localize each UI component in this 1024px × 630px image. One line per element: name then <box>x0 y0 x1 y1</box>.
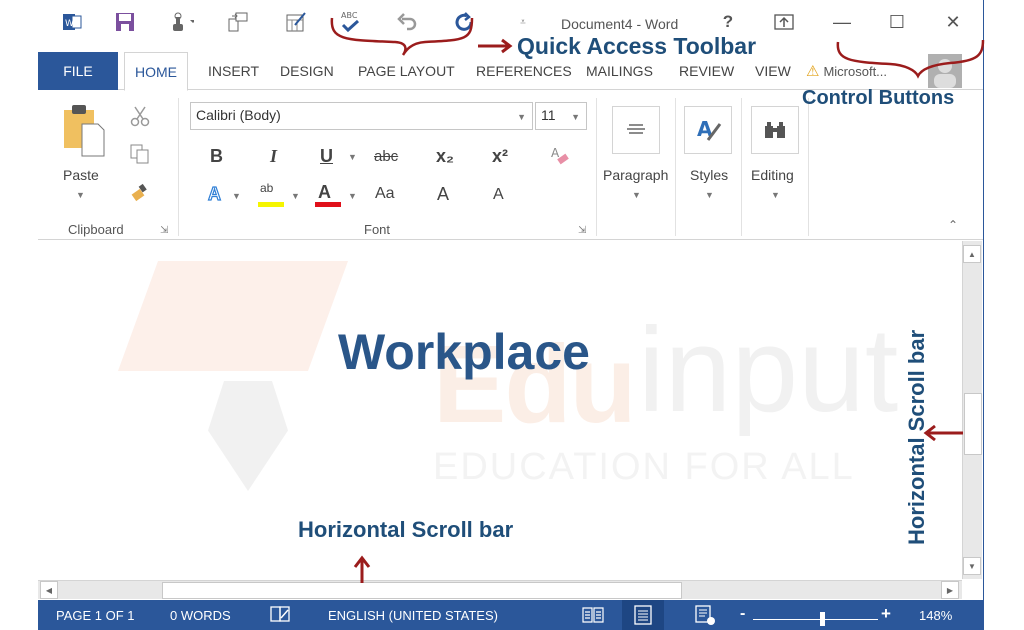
control-buttons-brace <box>836 39 985 79</box>
vertical-scroll-arrow <box>923 424 963 442</box>
quick-access-brace <box>330 17 474 56</box>
horizontal-scroll-arrow <box>353 555 371 583</box>
quick-access-annotation: Quick Access Toolbar <box>517 33 757 59</box>
control-buttons-annotation: Control Buttons <box>802 87 955 109</box>
horizontal-scroll-annotation: Horizontal Scroll bar <box>298 517 514 542</box>
quick-access-arrow <box>478 38 513 54</box>
vertical-scroll-annotation: Horizontal Scroll bar <box>904 329 929 545</box>
